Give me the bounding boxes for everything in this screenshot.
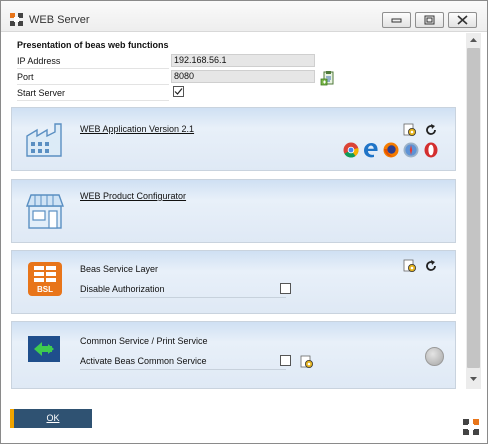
port-label-underline — [17, 84, 169, 85]
ip-address-label: IP Address — [17, 56, 61, 66]
web-application-link[interactable]: WEB Application Version 2.1 — [80, 124, 194, 134]
activate-common-service-underline — [80, 369, 286, 370]
transfer-icon — [28, 336, 60, 362]
start-server-checkbox[interactable] — [173, 86, 184, 97]
ok-button[interactable]: OK — [10, 409, 92, 428]
section-heading: Presentation of beas web functions — [17, 40, 169, 50]
port-label: Port — [17, 72, 34, 82]
bsl-icon: BSL — [28, 262, 62, 296]
store-icon — [26, 194, 64, 229]
refresh-icon[interactable] — [424, 123, 438, 137]
activate-common-service-label: Activate Beas Common Service — [80, 356, 207, 366]
checkmark-icon — [174, 88, 183, 95]
ip-address-field[interactable]: 192.168.56.1 — [171, 54, 315, 67]
minimize-button[interactable] — [382, 12, 411, 28]
title-bar: WEB Server — [1, 1, 487, 32]
start-server-underline — [17, 100, 169, 101]
arrow-down-icon — [470, 377, 477, 381]
product-configurator-link[interactable]: WEB Product Configurator — [80, 191, 186, 201]
disable-authorization-underline — [80, 297, 286, 298]
settings-gear-icon[interactable] — [403, 259, 417, 273]
ip-label-underline — [17, 68, 169, 69]
maximize-icon — [424, 15, 435, 25]
beas-logo-icon — [10, 13, 23, 26]
common-service-panel: Common Service / Print Service Activate … — [11, 321, 456, 389]
scroll-down-button[interactable] — [466, 371, 481, 387]
settings-gear-icon[interactable] — [300, 355, 314, 369]
settings-gear-icon[interactable] — [403, 123, 417, 137]
service-layer-panel: BSL Beas Service Layer Disable Authoriza… — [11, 250, 456, 314]
scroll-up-button[interactable] — [466, 33, 481, 47]
minimize-icon — [391, 18, 402, 23]
bsl-icon-label: BSL — [37, 285, 53, 294]
edge-icon[interactable] — [363, 142, 379, 158]
service-layer-title: Beas Service Layer — [80, 264, 159, 274]
scrollbar-thumb[interactable] — [467, 48, 480, 368]
maximize-button[interactable] — [415, 12, 444, 28]
port-field[interactable]: 8080 — [171, 70, 315, 83]
disable-authorization-checkbox[interactable] — [280, 283, 291, 294]
factory-icon — [26, 123, 62, 157]
close-button[interactable] — [448, 12, 477, 28]
disable-authorization-label: Disable Authorization — [80, 284, 165, 294]
copy-clipboard-icon[interactable] — [320, 70, 336, 86]
activate-common-service-checkbox[interactable] — [280, 355, 291, 366]
opera-icon[interactable] — [423, 142, 439, 158]
web-application-panel: WEB Application Version 2.1 — [11, 107, 456, 171]
safari-icon[interactable] — [403, 142, 419, 158]
beas-logo-icon — [463, 419, 479, 435]
common-service-title: Common Service / Print Service — [80, 336, 208, 346]
close-icon — [457, 15, 468, 25]
chrome-icon[interactable] — [343, 142, 359, 158]
product-configurator-panel: WEB Product Configurator — [11, 179, 456, 243]
start-server-label: Start Server — [17, 88, 66, 98]
firefox-icon[interactable] — [383, 142, 399, 158]
refresh-icon[interactable] — [424, 259, 438, 273]
window-title: WEB Server — [29, 14, 90, 26]
web-server-window: WEB Server Presentation of beas web func… — [0, 0, 488, 444]
service-status-indicator — [425, 347, 444, 366]
arrow-up-icon — [470, 38, 477, 42]
